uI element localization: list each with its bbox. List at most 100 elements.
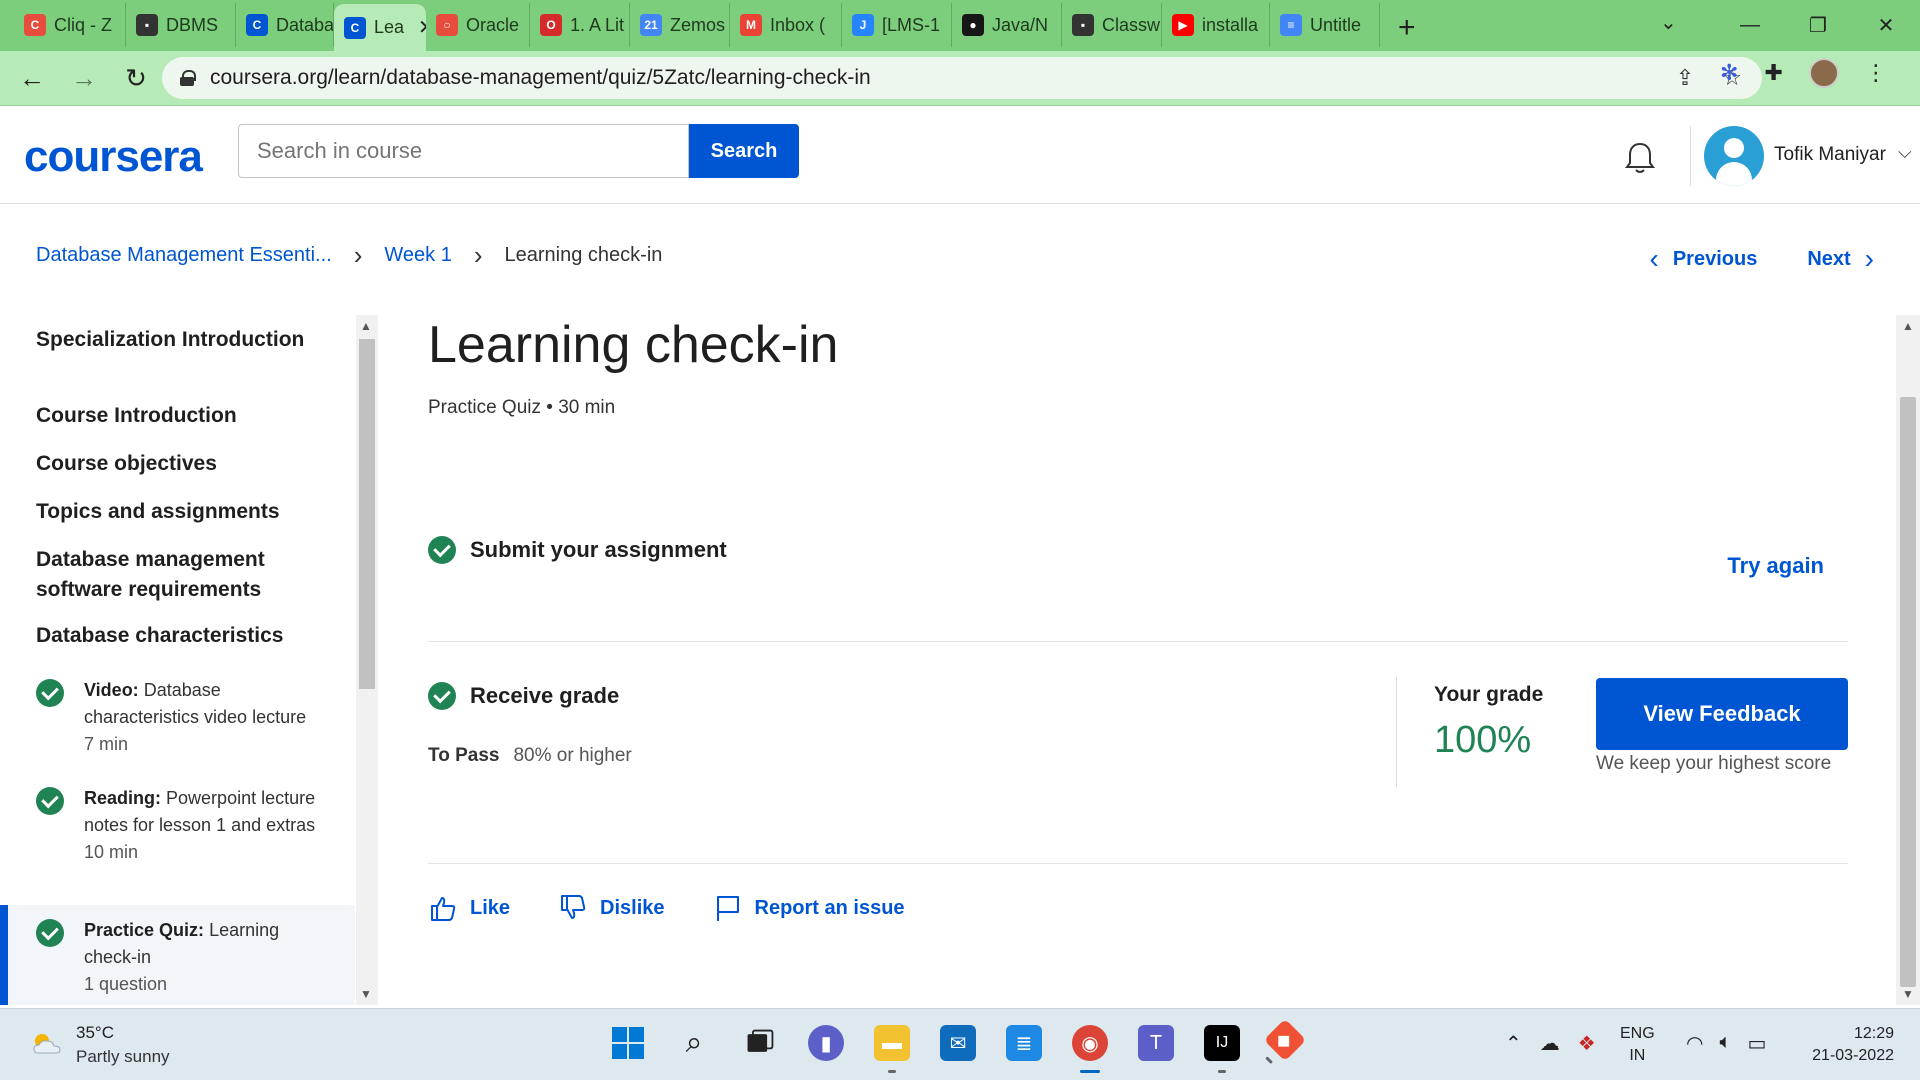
tab-favicon-icon: 21 [640,14,662,36]
git-app-icon[interactable]: ◆ [1263,1018,1307,1065]
new-tab-icon[interactable]: + [1380,11,1434,45]
chevron-up-icon[interactable]: ⌃ [1505,1031,1522,1056]
reload-icon[interactable]: ↻ [116,63,156,94]
address-bar[interactable]: coursera.org/learn/database-management/q… [162,57,1762,99]
scrollbar-thumb[interactable] [359,339,375,689]
browser-tab[interactable]: 21 Zemos [630,3,730,47]
search-button[interactable]: Search [689,124,799,178]
sidebar-item-reading[interactable]: Reading: Powerpoint lecture notes for le… [0,781,355,872]
dropbox-icon[interactable]: ❖ [1578,1031,1596,1056]
profile-avatar[interactable] [1808,58,1839,88]
browser-tab[interactable]: M Inbox ( [730,3,842,47]
sidebar-section[interactable]: Database characteristics [36,621,316,651]
next-link[interactable]: Next [1807,248,1850,271]
close-window-icon[interactable]: ✕ [1852,13,1920,38]
search-input[interactable] [238,124,689,178]
tab-search-icon[interactable]: ⌄ [1660,10,1677,35]
browser-tab[interactable]: ▪ Classw [1062,3,1162,47]
previous-link[interactable]: Previous [1673,248,1757,271]
sidebar-item-video[interactable]: Video: Database characteristics video le… [0,673,355,764]
scroll-up-icon[interactable]: ▲ [1902,319,1914,333]
mail-icon[interactable]: ✉ [940,1025,976,1061]
browser-tab[interactable]: ≡ Untitle [1270,3,1380,47]
report-label: Report an issue [754,896,905,919]
file-explorer-icon[interactable]: ▬ [874,1025,910,1073]
page-scrollbar[interactable]: ▲ ▼ [1896,315,1920,1005]
system-tray: ⌃ ☁ ❖ [1505,1031,1596,1056]
chevron-left-icon[interactable]: ‹ [1650,243,1659,275]
browser-tab[interactable]: C Lea ✕ [334,4,426,51]
completed-check-icon [428,682,456,710]
user-avatar[interactable] [1704,126,1764,186]
dislike-label: Dislike [600,896,665,919]
weather-temperature[interactable]: 35°C [76,1023,114,1043]
lock-icon[interactable] [180,70,196,86]
bell-icon[interactable] [1620,138,1660,178]
puzzle-icon[interactable]: ✚ [1764,60,1782,86]
browser-tab[interactable]: O 1. A Lit [530,3,630,47]
submit-section-title: Submit your assignment [470,537,727,562]
completed-check-icon [36,679,64,707]
try-again-link[interactable]: Try again [1727,553,1824,579]
browser-tab[interactable]: ▪ DBMS [126,3,236,47]
breadcrumb-week-link[interactable]: Week 1 [384,244,451,267]
sidebar-scrollbar[interactable]: ▲ ▼ [356,315,378,1005]
tab-close-icon[interactable]: ✕ [418,15,426,40]
task-view-icon[interactable] [742,1025,778,1061]
sidebar-section[interactable]: Specialization Introduction [36,325,316,355]
scroll-up-icon[interactable]: ▲ [360,319,372,333]
teams-icon[interactable]: T [1138,1025,1174,1061]
flag-icon [716,896,739,921]
url-text[interactable]: coursera.org/learn/database-management/q… [210,66,871,90]
report-issue-button[interactable]: Report an issue [713,893,905,923]
sidebar-section[interactable]: Course objectives [36,449,316,479]
sidebar-section[interactable]: Course Introduction [36,401,316,431]
coursera-logo[interactable]: coursera [24,132,203,182]
weather-description[interactable]: Partly sunny [76,1047,170,1067]
menu-kebab-icon[interactable]: ⋮ [1865,60,1887,86]
browser-tab[interactable]: C Cliq - Z [14,3,126,47]
tab-label: [LMS-1 [882,14,941,35]
minimize-icon[interactable]: — [1716,14,1784,37]
browser-tab[interactable]: J [LMS-1 [842,3,952,47]
search-icon[interactable]: ⌕ [676,1025,712,1061]
browser-tab[interactable]: ● Java/N [952,3,1062,47]
notepad-icon[interactable]: ≣ [1006,1025,1042,1061]
chrome-icon[interactable]: ◉ [1072,1025,1108,1073]
dislike-button[interactable]: Dislike [558,893,665,923]
view-feedback-button[interactable]: View Feedback [1596,678,1848,750]
username[interactable]: Tofik Maniyar [1774,144,1886,166]
scroll-down-icon[interactable]: ▼ [1902,987,1914,1001]
restore-icon[interactable]: ❐ [1784,13,1852,38]
quick-settings[interactable]: ◠ 🔈︎ ▭ [1686,1031,1766,1056]
forward-icon[interactable]: → [64,63,104,94]
browser-tab[interactable]: ○ Oracle [426,3,530,47]
back-icon[interactable]: ← [12,63,52,94]
sidebar-item-practice-quiz[interactable]: Practice Quiz: Learning check-in 1 quest… [0,905,355,1005]
scrollbar-thumb[interactable] [1900,397,1916,987]
wifi-icon: ◠ [1686,1033,1704,1055]
sidebar-section[interactable]: Topics and assignments [36,497,316,527]
scroll-down-icon[interactable]: ▼ [360,987,372,1001]
header-divider [1690,126,1691,186]
sidebar-section[interactable]: Database management software requirement… [36,545,316,605]
extension-icon[interactable]: ✻ [1720,60,1738,86]
tab-label: Java/N [992,14,1049,35]
partly-sunny-icon[interactable] [30,1031,64,1055]
chevron-right-icon[interactable]: › [1865,243,1874,275]
onedrive-icon[interactable]: ☁ [1540,1031,1560,1056]
share-icon[interactable]: ⇪ [1676,65,1694,91]
window-controls: — ❐ ✕ [1716,0,1920,51]
chevron-down-icon[interactable]: ⌵ [1898,142,1912,163]
clock[interactable]: 12:29 21-03-2022 [1812,1023,1894,1067]
browser-tab[interactable]: ▶ installa [1162,3,1270,47]
intellij-icon[interactable]: IJ [1204,1025,1240,1073]
like-button[interactable]: Like [428,893,510,923]
browser-tab[interactable]: C Databa [236,3,334,47]
breadcrumb-course-link[interactable]: Database Management Essenti... [36,244,332,267]
tab-favicon-icon: ▶ [1172,14,1194,36]
your-grade-label: Your grade [1434,683,1544,706]
chat-icon[interactable]: ▮ [808,1025,844,1061]
windows-start-icon[interactable] [610,1025,646,1061]
language-indicator[interactable]: ENG IN [1620,1023,1655,1067]
